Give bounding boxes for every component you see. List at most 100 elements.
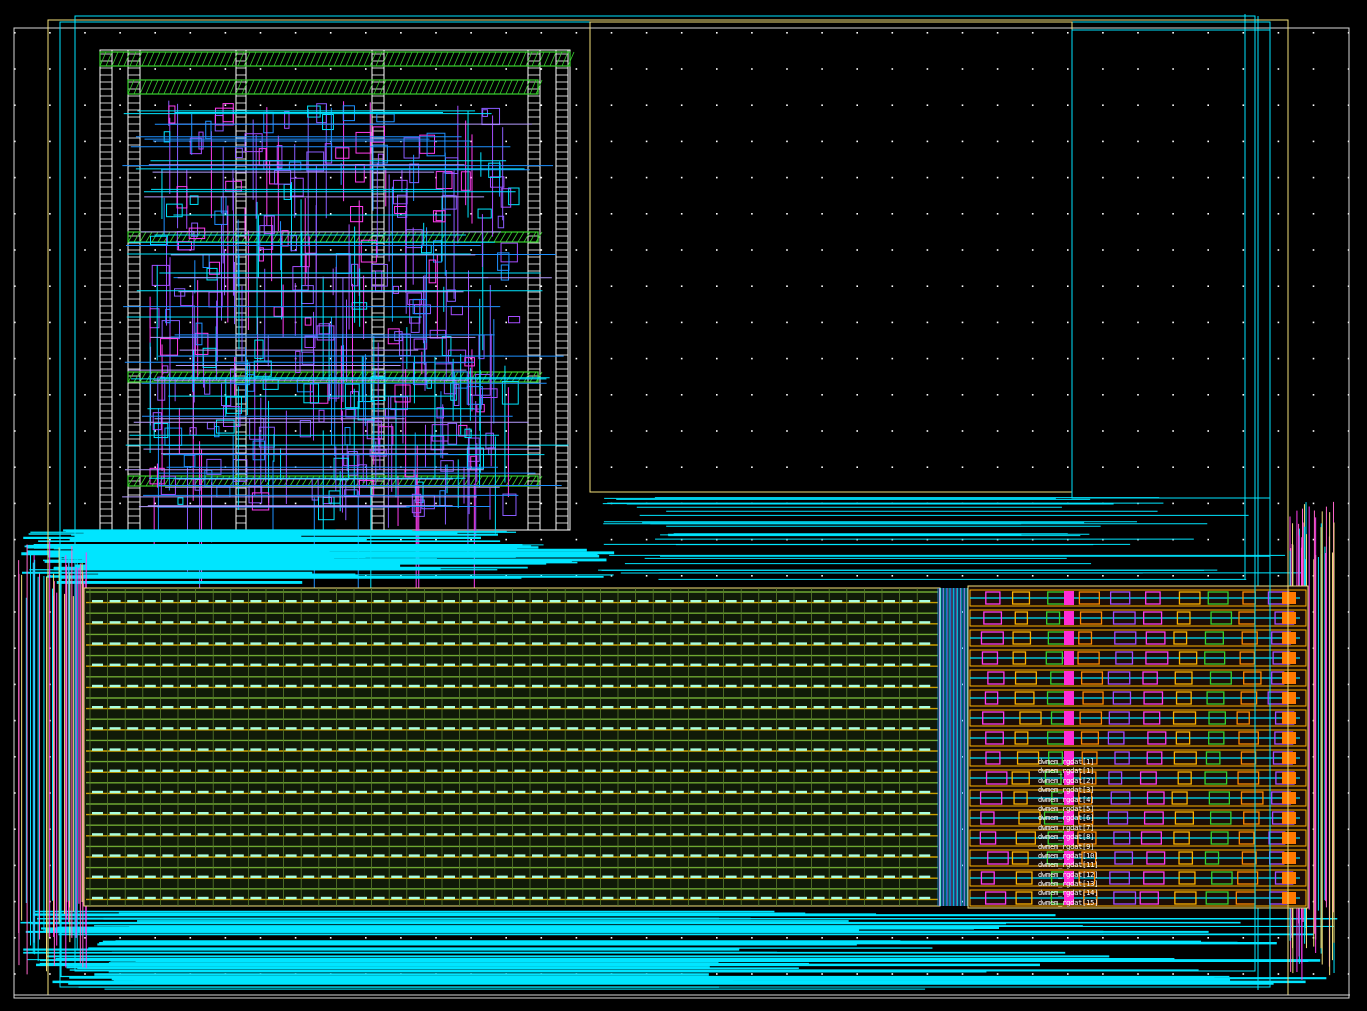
pin-label[interactable]: dwmem_rgdat[3]	[1038, 786, 1128, 795]
pin-label[interactable]: dwmem_rgdat[8]	[1038, 833, 1128, 842]
bitcell-contact	[655, 600, 667, 603]
pin-label[interactable]: dwmem_rgdat[12]	[1038, 871, 1128, 880]
bitcell-contact	[127, 727, 139, 730]
grid-dot	[610, 321, 613, 324]
bitcell-contact	[866, 706, 878, 709]
bitcell-contact	[373, 642, 385, 645]
layout-canvas[interactable]	[0, 0, 1367, 1011]
io-output-pad	[1282, 772, 1296, 784]
bitcell-contact	[743, 706, 755, 709]
grid-dot	[1172, 394, 1174, 396]
grid-dot	[1031, 321, 1034, 324]
bitcell-contact	[303, 790, 315, 794]
bitcell-contact	[884, 684, 895, 688]
bitcell-contact	[690, 621, 702, 624]
bitcell-contact	[884, 642, 895, 645]
bitcell-contact	[813, 727, 825, 730]
grid-dot	[470, 104, 472, 106]
grid-dot	[821, 321, 823, 324]
grid-dot	[1172, 213, 1174, 215]
bitcell-contact	[549, 854, 561, 857]
grid-dot	[891, 285, 894, 287]
pin-label[interactable]: dwmem_rgdat[7]	[1038, 824, 1128, 833]
bitcell-contact	[602, 748, 614, 751]
grid-dot	[575, 321, 578, 324]
pin-label[interactable]: dwmem_rgdat[14]	[1038, 889, 1128, 898]
bitcell-contact	[602, 875, 614, 878]
grid-dot	[435, 32, 437, 34]
grid-dot	[751, 937, 753, 939]
pin-label[interactable]: dwmem_rgdat[15]	[1038, 899, 1128, 908]
bitcell-contact	[884, 621, 895, 624]
bitcell-contact	[162, 833, 174, 836]
pin-label[interactable]: dwmem_rgdat[13]	[1038, 880, 1128, 889]
pin-label[interactable]: dwmem_rgdat[11]	[1038, 861, 1128, 870]
bitcell-contact	[760, 896, 772, 900]
grid-dot	[1102, 430, 1104, 432]
grid-dot	[891, 575, 894, 577]
bitcell-contact	[303, 833, 315, 836]
bitcell-contact	[532, 769, 543, 772]
grid-dot	[1031, 937, 1034, 939]
bitcell-contact	[373, 684, 385, 688]
io-driver-column[interactable]	[967, 585, 1309, 909]
bitcell-contact	[232, 684, 244, 688]
grid-dot	[575, 285, 578, 287]
bitcell-contact	[708, 727, 719, 730]
pin-label[interactable]: dwmem_rgdat[9]	[1038, 843, 1128, 852]
pin-label[interactable]: dwmem_rgdat[6]	[1038, 814, 1128, 823]
bitcell-contact	[109, 748, 121, 751]
bitcell-contact	[848, 748, 860, 751]
bitcell-contact	[444, 684, 455, 688]
bitcell-contact	[514, 748, 526, 751]
pin-label[interactable]: dwmem_rgdat[2]	[1038, 777, 1128, 786]
pin-label[interactable]: dwmem_rgdat[1]	[1038, 767, 1128, 776]
bitcell-contact	[602, 769, 614, 772]
grid-dot	[1207, 176, 1209, 179]
pin-label[interactable]: dwmem_rgdat[5]	[1038, 805, 1128, 814]
bitcell-contact	[197, 854, 209, 857]
bitcell-contact	[268, 748, 279, 751]
bitcell-contact	[479, 748, 491, 751]
bitcell-contact	[620, 600, 631, 603]
bitcell-contact	[197, 833, 209, 836]
grid-dot	[1207, 140, 1209, 143]
bitcell-contact	[778, 621, 790, 624]
grid-dot	[1102, 140, 1104, 143]
bitcell-contact	[356, 621, 367, 624]
bitcell-contact	[391, 769, 403, 772]
grid-dot	[610, 937, 613, 939]
pin-label[interactable]: dwmem_rgdat[1]	[1038, 758, 1128, 767]
bitcell-contact	[514, 854, 526, 857]
bitcell-contact	[479, 684, 491, 688]
bitcell-contact	[320, 642, 332, 645]
bitcell-contact	[408, 812, 420, 815]
io-output-pad	[1282, 872, 1296, 884]
bitcell-contact	[180, 600, 191, 603]
bitcell-contact	[813, 621, 825, 624]
bitcell-contact	[532, 833, 543, 836]
grid-dot	[716, 285, 718, 287]
grid-dot	[786, 466, 788, 468]
grid-dot	[1031, 430, 1034, 432]
bitcell-contact	[162, 600, 174, 603]
bitcell-contact	[479, 706, 491, 709]
grid-dot	[1242, 68, 1245, 70]
pin-label[interactable]: dwmem_rgdat[4]	[1038, 796, 1128, 805]
grid-dot	[224, 937, 227, 939]
bitcell-contact	[127, 812, 139, 815]
bitcell-contact	[549, 727, 561, 730]
bitcell-contact	[743, 854, 755, 857]
bitcell-contact	[778, 663, 790, 666]
bitcell-contact	[848, 642, 860, 645]
bitcell-contact	[144, 663, 156, 666]
bitcell-contact	[813, 706, 825, 709]
bitcell-contact	[232, 748, 244, 751]
pin-label[interactable]: dwmem_rgdat[10]	[1038, 852, 1128, 861]
bitcell-contact	[743, 642, 755, 645]
grid-dot	[1067, 68, 1069, 70]
bitcell-contact	[708, 896, 719, 900]
bitcell-contact	[92, 663, 103, 666]
bitcell-contact	[426, 684, 438, 688]
memory-bitcell-array[interactable]	[83, 587, 972, 907]
